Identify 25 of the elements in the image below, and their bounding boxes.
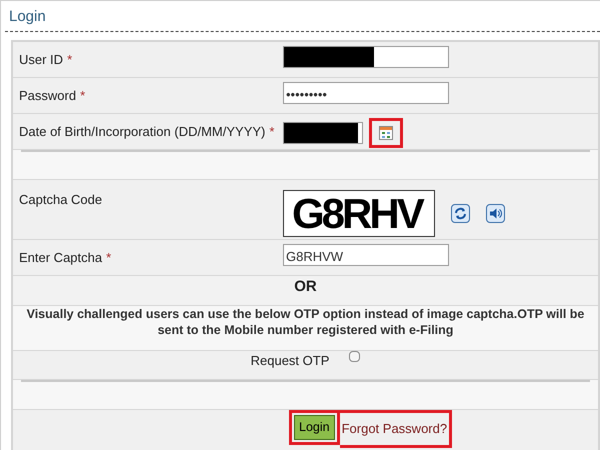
required-mark: *	[269, 124, 274, 139]
captcha-image: G8RHV	[283, 190, 435, 237]
input-field[interactable]: G8RHVW	[283, 244, 449, 266]
input-field[interactable]	[283, 46, 449, 68]
login-button[interactable]: Login	[294, 415, 335, 440]
required-mark: *	[106, 250, 112, 265]
or-heading: OR	[294, 277, 317, 297]
forgot-password-link[interactable]: Forgot Password?	[342, 421, 448, 436]
page-title: Login	[9, 8, 46, 25]
required-mark: *	[80, 88, 86, 103]
field-label: User ID	[19, 52, 64, 67]
refresh-icon[interactable]	[451, 204, 470, 223]
field-label: Enter Captcha	[19, 250, 102, 265]
required-mark: *	[67, 52, 72, 67]
calendar-button[interactable]	[369, 118, 403, 148]
field-label: Captcha Code	[19, 192, 102, 207]
checkbox-label: Request OTP	[250, 352, 330, 370]
speaker-icon[interactable]	[486, 204, 505, 223]
field-label: Password	[19, 88, 76, 103]
info-text: Visually challenged users can use the below OTP option instead of image captcha.OTP will be sent to the Mobile number registered with e-Filing	[26, 306, 586, 338]
input-field[interactable]	[283, 122, 363, 144]
calendar-icon	[379, 126, 393, 140]
checkbox[interactable]	[349, 351, 360, 362]
field-label: Date of Birth/Incorporation (DD/MM/YYYY)	[19, 124, 266, 139]
input-field[interactable]: •••••••••	[283, 82, 449, 104]
